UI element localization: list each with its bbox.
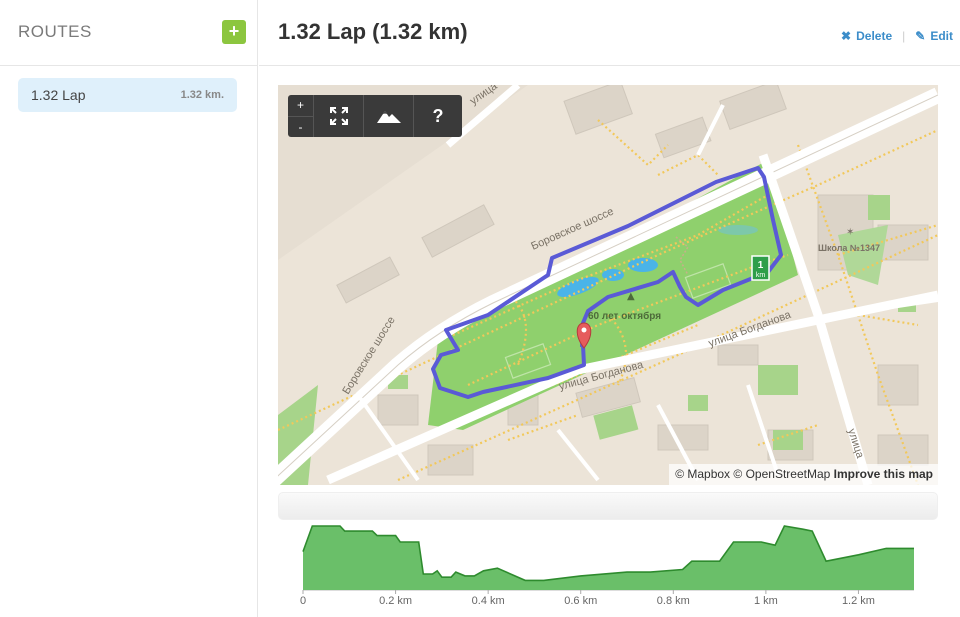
route-actions: ✖ Delete | ✎ Edit — [841, 29, 953, 43]
elevation-chart[interactable]: 0 0.2 km 0.4 km 0.6 km 0.8 km 1 km 1.2 km — [278, 520, 938, 615]
route-list-item[interactable]: 1.32 Lap 1.32 km. — [18, 78, 237, 112]
sidebar-title: ROUTES — [18, 22, 92, 41]
route-map[interactable]: Боровское шоссе Боровское шоссе улица Бо… — [278, 85, 938, 485]
improve-map-link[interactable]: Improve this map — [834, 467, 933, 481]
km-marker-unit: km — [756, 272, 766, 279]
park-label: 60 лет октября — [588, 310, 661, 322]
fullscreen-button[interactable] — [314, 95, 364, 137]
route-header: 1.32 Lap (1.32 km) ✖ Delete | ✎ Edit — [259, 0, 960, 66]
close-icon: ✖ — [841, 29, 852, 43]
monument-icon: ▲ — [627, 291, 635, 302]
delete-label: Delete — [856, 29, 893, 43]
zoom-in-button[interactable]: + — [288, 95, 313, 117]
map-controls: + - ? — [288, 95, 462, 137]
route-detail: 1.32 Lap (1.32 km) ✖ Delete | ✎ Edit Бор… — [259, 0, 960, 617]
km-marker[interactable]: 1 km — [751, 255, 770, 281]
edit-button[interactable]: ✎ Edit — [915, 29, 953, 43]
mountain-icon — [376, 111, 401, 123]
osm-link[interactable]: © OpenStreetMap — [733, 467, 830, 481]
route-distance: 1.32 km. — [180, 89, 224, 101]
elevation-tick-label: 1.2 km — [842, 595, 875, 607]
map-attribution: © Mapbox © OpenStreetMap Improve this ma… — [669, 464, 938, 485]
km-marker-number: 1 — [758, 260, 764, 271]
fullscreen-icon — [329, 107, 348, 125]
sidebar-header: ROUTES + — [0, 0, 257, 66]
zoom-out-button[interactable]: - — [288, 117, 313, 138]
elevation-tick-label: 0.2 km — [379, 595, 412, 607]
sidebar: ROUTES + 1.32 Lap 1.32 km. — [0, 0, 258, 617]
pencil-icon: ✎ — [915, 29, 926, 43]
mapbox-link[interactable]: © Mapbox — [675, 467, 730, 481]
delete-button[interactable]: ✖ Delete — [841, 29, 892, 43]
school-label: Школа №1347 — [818, 243, 880, 253]
help-button[interactable]: ? — [414, 95, 462, 137]
terrain-button[interactable] — [364, 95, 414, 137]
elevation-tick-label: 1 km — [754, 595, 778, 607]
route-name: 1.32 Lap — [31, 87, 86, 103]
add-route-button[interactable]: + — [222, 20, 246, 44]
elevation-ticks: 0 0.2 km 0.4 km 0.6 km 0.8 km 1 km 1.2 km — [300, 590, 875, 607]
elevation-tick-label: 0.4 km — [472, 595, 505, 607]
zoom-controls: + - — [288, 95, 314, 137]
elevation-tick-label: 0.8 km — [657, 595, 690, 607]
map-canvas[interactable]: Боровское шоссе Боровское шоссе улица Бо… — [278, 85, 938, 485]
school-icon: ✶ — [846, 227, 854, 238]
edit-label: Edit — [930, 29, 953, 43]
route-title: 1.32 Lap (1.32 km) — [278, 19, 468, 44]
action-separator: | — [902, 29, 906, 43]
elevation-toolbar — [278, 492, 938, 520]
elevation-tick-label: 0 — [300, 595, 306, 607]
elevation-tick-label: 0.6 km — [564, 595, 597, 607]
